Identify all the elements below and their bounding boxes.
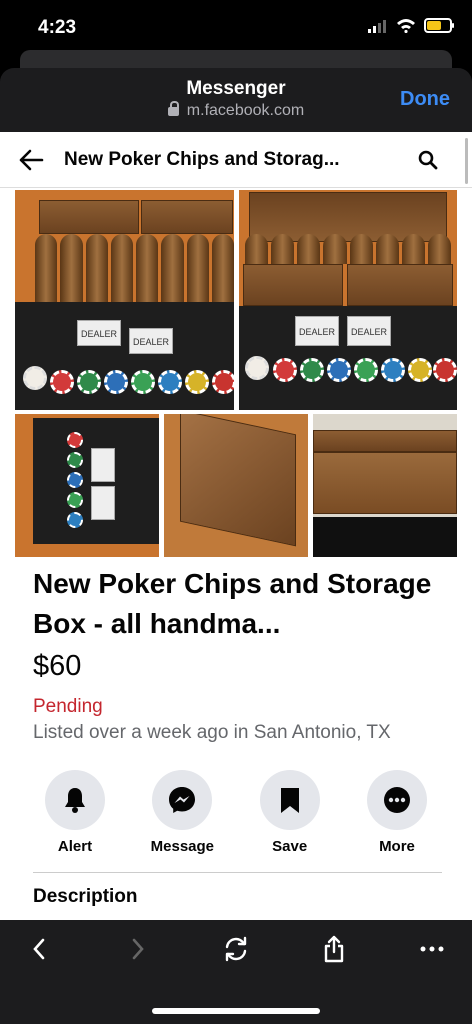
status-time: 4:23 — [38, 17, 77, 38]
listing-title: New Poker Chips and Storage Box - all ha… — [33, 568, 432, 639]
bell-icon — [65, 788, 85, 813]
listing-photo-5[interactable] — [313, 414, 457, 557]
message-button[interactable]: Message — [137, 770, 227, 860]
message-label: Message — [150, 838, 215, 855]
save-button[interactable]: Save — [245, 770, 335, 860]
dealer-card: DEALER — [129, 328, 173, 354]
description-heading: Description — [33, 886, 138, 907]
nav-title: New Poker Chips and Storag... — [64, 149, 340, 170]
sheet-backdrop — [20, 50, 452, 70]
listing-photo-1[interactable]: DEALER DEALER — [15, 190, 234, 410]
more-button-circle[interactable] — [366, 770, 427, 830]
listing-location: Listed over a week ago in San Antonio, T… — [33, 722, 391, 743]
reload-button[interactable] — [221, 934, 251, 964]
more-options-button[interactable] — [417, 934, 447, 964]
more-label: More — [379, 838, 415, 855]
message-button-circle[interactable] — [152, 770, 213, 830]
more-button[interactable]: More — [352, 770, 442, 860]
lock-icon — [167, 101, 179, 116]
dealer-card: DEALER — [347, 316, 391, 346]
alert-button[interactable]: Alert — [30, 770, 120, 860]
more-icon — [383, 787, 410, 813]
dealer-card: DEALER — [77, 320, 121, 346]
scrollbar[interactable] — [465, 138, 468, 184]
status-icons — [368, 18, 454, 33]
chevron-right-icon — [132, 938, 144, 960]
share-button[interactable] — [319, 934, 349, 964]
battery-icon — [424, 18, 454, 33]
listing-page: New Poker Chips and Storag... DEALER DEA… — [0, 132, 472, 920]
sheet-header: Messenger m.facebook.com Done — [0, 68, 472, 132]
signal-icon — [368, 19, 386, 33]
browser-back-button[interactable] — [24, 934, 54, 964]
share-icon — [324, 935, 344, 963]
dealer-card: DEALER — [295, 316, 339, 346]
browser-toolbar — [0, 920, 472, 1024]
save-label: Save — [272, 838, 308, 855]
done-button[interactable]: Done — [400, 88, 450, 111]
divider — [33, 872, 442, 873]
page-nav: New Poker Chips and Storag... — [0, 132, 472, 188]
alert-label: Alert — [57, 838, 93, 855]
back-arrow-icon[interactable] — [18, 148, 44, 172]
listing-photo-4[interactable] — [164, 414, 308, 557]
url-text: m.facebook.com — [186, 102, 305, 119]
ellipsis-icon — [420, 946, 444, 952]
alert-button-circle[interactable] — [45, 770, 105, 830]
listing-photo-2[interactable]: DEALER DEALER — [239, 190, 457, 410]
listing-price: $60 — [33, 650, 82, 682]
chevron-left-icon — [33, 938, 45, 960]
wifi-icon — [397, 19, 415, 33]
listing-status: Pending — [33, 696, 103, 717]
save-button-circle[interactable] — [259, 770, 320, 830]
home-indicator — [152, 1008, 320, 1014]
search-icon[interactable] — [418, 150, 438, 170]
bookmark-icon — [280, 788, 299, 813]
messenger-icon — [169, 787, 196, 813]
reload-icon — [225, 936, 247, 962]
browser-forward-button[interactable] — [123, 934, 153, 964]
action-bar: Alert Message Save More — [30, 770, 442, 860]
listing-photo-3[interactable] — [15, 414, 159, 557]
